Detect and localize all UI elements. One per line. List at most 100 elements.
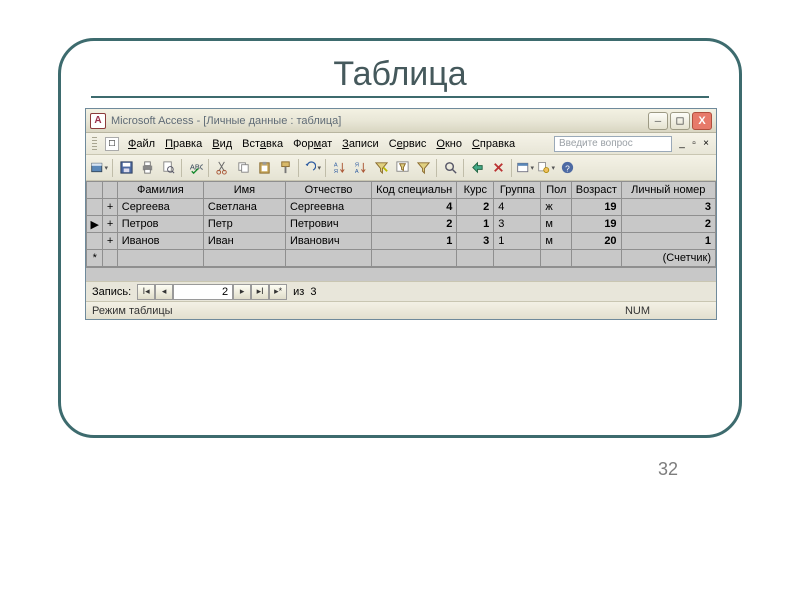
paste-icon[interactable]	[254, 158, 274, 178]
col-header[interactable]: Курс	[457, 182, 494, 199]
cell[interactable]: 3	[494, 216, 541, 233]
cell[interactable]: 1	[494, 233, 541, 250]
row-selector[interactable]	[87, 199, 103, 216]
cell[interactable]: м	[541, 216, 572, 233]
menu-format[interactable]: Формат	[288, 133, 337, 154]
cell[interactable]: ж	[541, 199, 572, 216]
col-header[interactable]: Фамилия	[117, 182, 203, 199]
cell[interactable]: Иванович	[285, 233, 371, 250]
select-all-cell[interactable]	[87, 182, 103, 199]
cell[interactable]: Иван	[203, 233, 285, 250]
format-painter-icon[interactable]	[275, 158, 295, 178]
menu-view[interactable]: Вид	[207, 133, 237, 154]
cell[interactable]: 19	[572, 199, 621, 216]
maximize-button[interactable]	[670, 112, 690, 130]
cell[interactable]: 2	[372, 216, 457, 233]
mdi-close-icon[interactable]: ×	[700, 138, 712, 149]
menu-insert[interactable]: Вставка	[237, 133, 288, 154]
expand-icon[interactable]: +	[103, 233, 117, 250]
col-header[interactable]: Группа	[494, 182, 541, 199]
table-row[interactable]: ▶ + Петров Петр Петрович 2 1 3 м 19 2	[87, 216, 716, 233]
col-header[interactable]: Пол	[541, 182, 572, 199]
menu-edit[interactable]: Правка	[160, 133, 207, 154]
table-row[interactable]: + Сергеева Светлана Сергеевна 4 2 4 ж 19…	[87, 199, 716, 216]
cell[interactable]: 19	[572, 216, 621, 233]
row-selector[interactable]: ▶	[87, 216, 103, 233]
col-header[interactable]: Личный номер	[621, 182, 715, 199]
expand-icon[interactable]: +	[103, 199, 117, 216]
nav-next-button[interactable]: ▸	[233, 284, 251, 300]
help-icon[interactable]: ?	[557, 158, 577, 178]
cell[interactable]: Петрович	[285, 216, 371, 233]
record-navigator: Запись: I◂ ◂ 2 ▸ ▸I ▸* из 3	[86, 281, 716, 301]
menu-window[interactable]: Окно	[431, 133, 467, 154]
cell[interactable]: 4	[494, 199, 541, 216]
col-header[interactable]: Отчество	[285, 182, 371, 199]
cell[interactable]: Светлана	[203, 199, 285, 216]
table-row-new[interactable]: * (Счетчик)	[87, 250, 716, 267]
copy-icon[interactable]	[233, 158, 253, 178]
cell[interactable]: 3	[621, 199, 715, 216]
cell[interactable]: Петров	[117, 216, 203, 233]
cut-icon[interactable]	[212, 158, 232, 178]
delete-record-icon[interactable]	[488, 158, 508, 178]
sort-desc-icon[interactable]: ЯА	[350, 158, 370, 178]
nav-last-button[interactable]: ▸I	[251, 284, 269, 300]
expand-icon[interactable]: +	[103, 216, 117, 233]
new-record-icon[interactable]	[467, 158, 487, 178]
record-number-input[interactable]: 2	[173, 284, 233, 300]
undo-icon[interactable]	[302, 158, 322, 178]
database-window-icon[interactable]	[515, 158, 535, 178]
cell[interactable]: Петр	[203, 216, 285, 233]
new-object-icon[interactable]	[536, 158, 556, 178]
cell[interactable]: Сергеева	[117, 199, 203, 216]
cell[interactable]: 1	[372, 233, 457, 250]
minimize-button[interactable]: ─	[648, 112, 668, 130]
print-preview-icon[interactable]	[158, 158, 178, 178]
nav-first-button[interactable]: I◂	[137, 284, 155, 300]
titlebar: A Microsoft Access - [Личные данные : та…	[86, 109, 716, 133]
cell[interactable]: 4	[372, 199, 457, 216]
save-icon[interactable]	[116, 158, 136, 178]
cell[interactable]: 2	[621, 216, 715, 233]
menu-help[interactable]: Справка	[467, 133, 520, 154]
col-header[interactable]: Код специальн	[372, 182, 457, 199]
slide-page-number: 32	[658, 459, 678, 480]
help-search-input[interactable]: Введите вопрос	[554, 136, 672, 152]
drag-handle-icon[interactable]	[92, 137, 97, 151]
app-icon: A	[90, 113, 106, 129]
table-row[interactable]: + Иванов Иван Иванович 1 3 1 м 20 1	[87, 233, 716, 250]
mdi-controls: _ ▫ ×	[676, 138, 712, 149]
cell[interactable]: 20	[572, 233, 621, 250]
mdi-restore-icon[interactable]: ▫	[688, 138, 700, 149]
sort-asc-icon[interactable]: АЯ	[329, 158, 349, 178]
menu-records[interactable]: Записи	[337, 133, 384, 154]
col-header[interactable]: Имя	[203, 182, 285, 199]
menu-file[interactable]: Файл	[123, 133, 160, 154]
print-icon[interactable]	[137, 158, 157, 178]
nav-prev-button[interactable]: ◂	[155, 284, 173, 300]
cell[interactable]: 1	[457, 216, 494, 233]
cell[interactable]: Иванов	[117, 233, 203, 250]
cell[interactable]: 2	[457, 199, 494, 216]
cell[interactable]: 3	[457, 233, 494, 250]
system-menu-icon[interactable]: ☐	[105, 137, 119, 151]
cell[interactable]: Сергеевна	[285, 199, 371, 216]
menu-tools[interactable]: Сервис	[384, 133, 432, 154]
nav-new-button[interactable]: ▸*	[269, 284, 287, 300]
filter-selection-icon[interactable]	[371, 158, 391, 178]
apply-filter-icon[interactable]	[413, 158, 433, 178]
col-header[interactable]: Возраст	[572, 182, 621, 199]
spellcheck-icon[interactable]: ABC	[185, 158, 205, 178]
cell[interactable]: м	[541, 233, 572, 250]
slide-title: Таблица	[85, 55, 715, 94]
data-grid[interactable]: Фамилия Имя Отчество Код специальн Курс …	[86, 181, 716, 267]
filter-form-icon[interactable]	[392, 158, 412, 178]
close-button[interactable]: X	[692, 112, 712, 130]
view-icon[interactable]	[89, 158, 109, 178]
mdi-minimize-icon[interactable]: _	[676, 138, 688, 149]
row-selector[interactable]	[87, 233, 103, 250]
new-row-marker-icon[interactable]: *	[87, 250, 103, 267]
find-icon[interactable]	[440, 158, 460, 178]
cell[interactable]: 1	[621, 233, 715, 250]
